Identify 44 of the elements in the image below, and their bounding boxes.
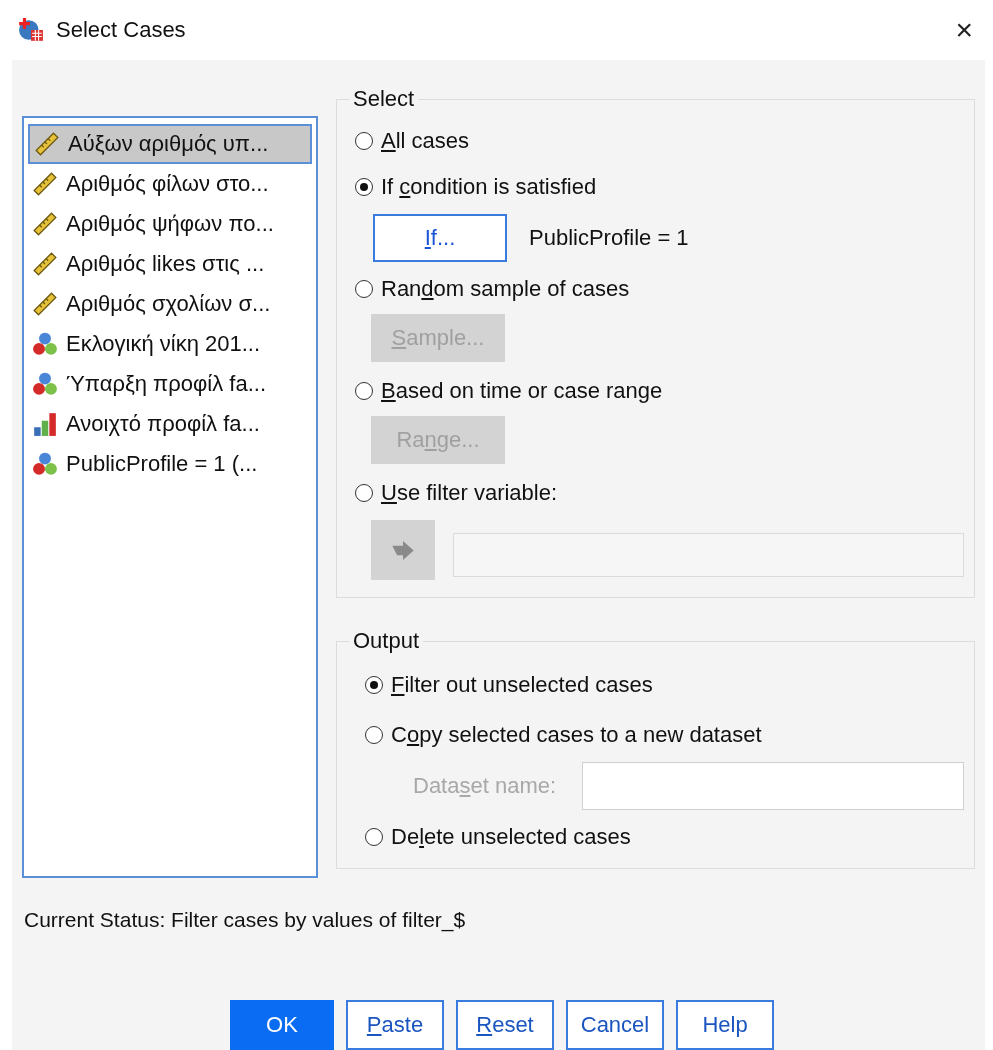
circles-icon xyxy=(32,331,58,357)
if-button[interactable]: If... xyxy=(373,214,507,262)
close-button[interactable]: × xyxy=(947,13,981,47)
input-field[interactable] xyxy=(453,533,964,577)
group-title: Select xyxy=(352,86,416,112)
variable-item[interactable]: Αριθμός ψήφων πο... xyxy=(28,204,312,244)
dialog-button[interactable]: Help xyxy=(676,1000,774,1050)
window-title: Select Cases xyxy=(56,17,187,43)
circles-icon xyxy=(32,371,58,397)
radio-option[interactable]: If condition is satisfied xyxy=(355,164,964,210)
variable-item[interactable]: Αύξων αριθμός υπ... xyxy=(28,124,312,164)
variable-item[interactable]: Αριθμός φίλων στο... xyxy=(28,164,312,204)
variable-item[interactable]: Εκλογική νίκη 201... xyxy=(28,324,312,364)
ruler-icon xyxy=(32,211,58,237)
ruler-icon xyxy=(32,291,58,317)
ruler-icon xyxy=(32,251,58,277)
radio-option[interactable]: All cases xyxy=(355,118,964,164)
variable-item[interactable]: Αριθμός σχολίων σ... xyxy=(28,284,312,324)
input-field[interactable] xyxy=(582,762,964,810)
radio-option[interactable]: Copy selected cases to a new dataset xyxy=(365,710,964,760)
ruler-icon xyxy=(32,171,58,197)
ruler-icon xyxy=(34,131,60,157)
variable-item[interactable]: PublicProfile = 1 (... xyxy=(28,444,312,484)
radio-option[interactable]: Delete unselected cases xyxy=(365,812,964,862)
variable-list[interactable]: Αύξων αριθμός υπ... Αριθμός φίλων στο... Αριθμός ψήφων πο... Αριθμός likes στις ... Αριθμός σχολίων σ... Εκλογική νίκη 201... Ύπαρξη προφίλ fa... Ανοιχτό προφίλ fa... PublicProfile = 1 (... xyxy=(22,116,318,878)
radio-option[interactable]: Based on time or case range xyxy=(355,368,964,414)
radio-option[interactable]: Filter out unselected cases xyxy=(365,660,964,710)
radio-option[interactable]: Use filter variable: xyxy=(355,470,964,516)
radio-option[interactable]: Random sample of cases xyxy=(355,266,964,312)
variable-item[interactable]: Ύπαρξη προφίλ fa... xyxy=(28,364,312,404)
app-icon xyxy=(18,17,44,43)
condition-text: PublicProfile = 1 xyxy=(529,225,689,251)
dialog-button[interactable]: Cancel xyxy=(566,1000,664,1050)
circles-icon xyxy=(32,451,58,477)
arrow-icon xyxy=(391,540,415,560)
status-text: Current Status: Filter cases by values of filter_$ xyxy=(24,908,467,932)
group-title: Output xyxy=(352,628,421,654)
dialog-button[interactable]: Reset xyxy=(456,1000,554,1050)
variable-item[interactable]: Ανοιχτό προφίλ fa... xyxy=(28,404,312,444)
variable-item[interactable]: Αριθμός likes στις ... xyxy=(28,244,312,284)
dialog-button[interactable]: OK xyxy=(230,1000,334,1050)
bar-chart-icon xyxy=(32,411,58,437)
dialog-button[interactable]: Paste xyxy=(346,1000,444,1050)
field-label: Dataset name: xyxy=(413,773,557,799)
